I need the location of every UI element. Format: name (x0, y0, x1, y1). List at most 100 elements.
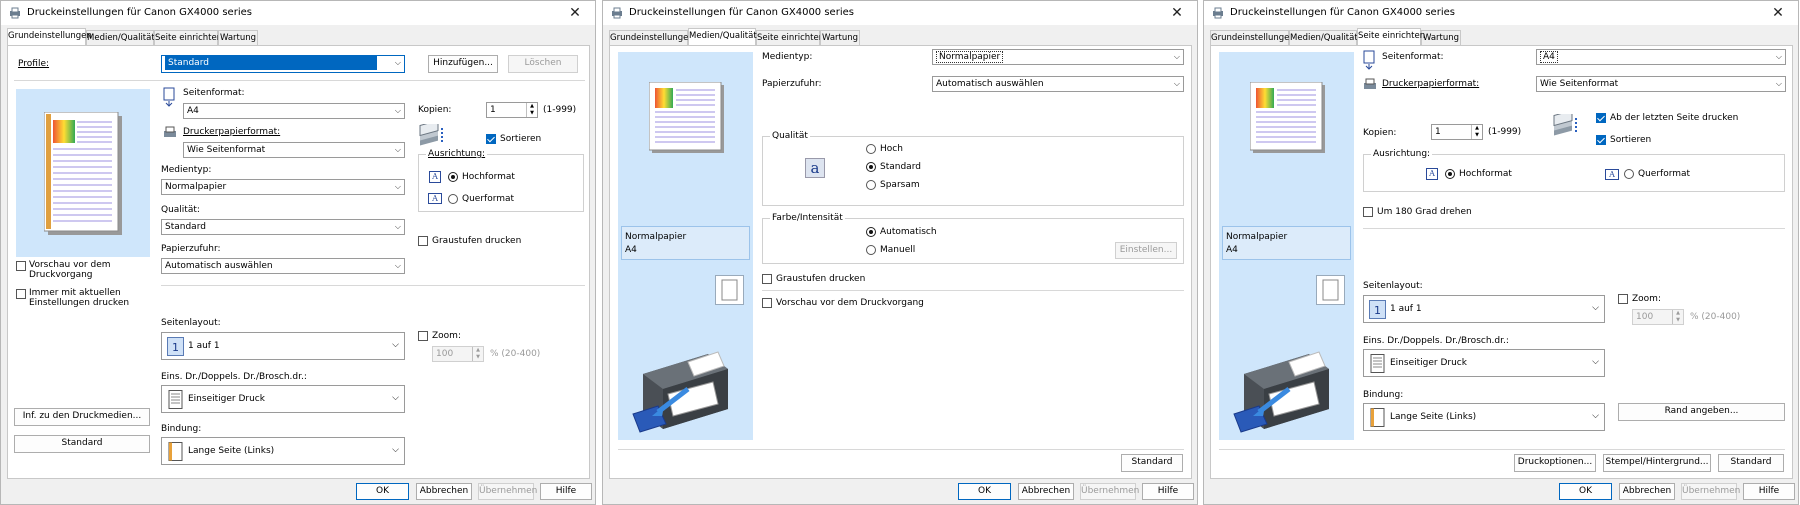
zoom-range: % (20-400) (1690, 312, 1741, 322)
apply-button[interactable]: Übernehmen (478, 483, 537, 500)
tab-maintenance[interactable]: Wartung (1421, 30, 1461, 45)
chevron-down-icon: ⌵ (1592, 411, 1599, 421)
grayscale-checkbox[interactable] (418, 236, 428, 246)
print-options-button[interactable]: Druckoptionen... (1514, 454, 1596, 472)
apply-button[interactable]: Übernehmen (1681, 483, 1740, 500)
printer-paper-select[interactable]: Wie Seitenformat ⌵ (183, 142, 405, 158)
quality-value: Standard (165, 222, 206, 232)
portrait-radio[interactable] (1445, 169, 1455, 179)
chevron-down-icon: ⌵ (1592, 357, 1599, 367)
printer-paper-select[interactable]: Wie Seitenformat ⌵ (1536, 76, 1786, 92)
always-current-label: Immer mit aktuellen Einstellungen drucke… (29, 288, 130, 308)
ok-button[interactable]: OK (1559, 483, 1612, 500)
reverse-order-checkbox[interactable] (1596, 113, 1606, 123)
zoom-spinner[interactable]: 100 ▲ ▼ (1632, 309, 1684, 325)
color-manual-radio[interactable] (866, 245, 876, 255)
help-button[interactable]: Hilfe (1142, 483, 1194, 500)
standard-button[interactable]: Standard (14, 435, 150, 453)
profile-select[interactable]: Standard ⌵ (161, 55, 405, 73)
copies-spinner[interactable]: 1 ▲ ▼ (486, 102, 538, 118)
add-button[interactable]: Hinzufügen... (428, 55, 498, 73)
media-info-button[interactable]: Inf. zu den Druckmedien... (14, 408, 150, 426)
landscape-radio[interactable] (448, 194, 458, 204)
quality-high-radio[interactable] (866, 144, 876, 154)
layout-1-icon: 1 (1369, 300, 1386, 319)
portrait-radio[interactable] (448, 172, 458, 182)
standard-button[interactable]: Standard (1718, 454, 1784, 472)
page-layout-select[interactable]: 1 1 auf 1 ⌵ (1363, 295, 1605, 323)
stamp-background-button[interactable]: Stempel/Hintergrund... (1603, 454, 1711, 472)
page-layout-select[interactable]: 1 1 auf 1 ⌵ (161, 332, 405, 360)
collate-checkbox[interactable] (1596, 135, 1606, 145)
rotate-180-checkbox[interactable] (1363, 207, 1373, 217)
collate-checkbox[interactable] (486, 134, 496, 144)
collate-label: Sortieren (500, 134, 542, 144)
orientation-label: Ausrichtung: (426, 149, 488, 159)
spinner-arrows-icon[interactable]: ▲ ▼ (526, 103, 537, 117)
media-type-select[interactable]: Normalpapier ⌵ (932, 49, 1184, 65)
page-size-select[interactable]: A4 ⌵ (183, 103, 405, 119)
profile-value: Standard (165, 56, 377, 70)
print-settings-window-basic: Druckeinstellungen für Canon GX4000 seri… (0, 0, 596, 505)
zoom-value: 100 (436, 349, 454, 359)
rotate-180-label: Um 180 Grad drehen (1377, 207, 1472, 217)
tab-page-setup[interactable]: Seite einrichten (154, 30, 222, 45)
paper-source-select[interactable]: Automatisch auswählen ⌵ (161, 258, 405, 274)
chevron-down-icon: ⌵ (392, 340, 399, 350)
divider (762, 290, 1184, 291)
ok-button[interactable]: OK (356, 483, 409, 500)
zoom-checkbox[interactable] (1618, 294, 1628, 304)
tab-media-quality[interactable]: Medien/Qualität (1289, 30, 1358, 45)
color-auto-radio[interactable] (866, 227, 876, 237)
page-size-select[interactable]: A4 ⌵ (1536, 49, 1786, 65)
help-button[interactable]: Hilfe (540, 483, 592, 500)
help-button[interactable]: Hilfe (1743, 483, 1795, 500)
quality-draft-radio[interactable] (866, 180, 876, 190)
color-set-button[interactable]: Einstellen... (1115, 242, 1177, 259)
cancel-button[interactable]: Abbrechen (1018, 483, 1074, 500)
paper-type-text: Normalpapier (625, 232, 687, 242)
binding-select[interactable]: Lange Seite (Links) ⌵ (161, 437, 405, 465)
paper-source-select[interactable]: Automatisch auswählen ⌵ (932, 76, 1184, 92)
copies-spinner[interactable]: 1 ▲ ▼ (1431, 124, 1483, 140)
cancel-button[interactable]: Abbrechen (1619, 483, 1675, 500)
delete-button[interactable]: Löschen (508, 55, 578, 73)
portrait-label: Hochformat (462, 172, 515, 182)
close-icon[interactable]: ✕ (1165, 4, 1189, 22)
preview-checkbox[interactable] (762, 298, 772, 308)
copies-range: (1-999) (1488, 127, 1522, 137)
zoom-checkbox[interactable] (418, 331, 428, 341)
duplex-select[interactable]: Einseitiger Druck ⌵ (1363, 349, 1605, 377)
tab-maintenance[interactable]: Wartung (218, 30, 258, 45)
zoom-spinner[interactable]: 100 ▲ ▼ (432, 346, 484, 362)
tab-media-quality[interactable]: Medien/Qualität (688, 28, 757, 45)
cancel-button[interactable]: Abbrechen (416, 483, 472, 500)
tab-page-setup[interactable]: Seite einrichten (1357, 28, 1425, 45)
quality-select[interactable]: Standard ⌵ (161, 219, 405, 235)
close-icon[interactable]: ✕ (563, 4, 587, 22)
apply-button[interactable]: Übernehmen (1080, 483, 1139, 500)
spinner-arrows-icon[interactable]: ▲ ▼ (1672, 310, 1683, 324)
chevron-down-icon: ⌵ (1592, 303, 1599, 313)
tab-page-setup[interactable]: Seite einrichten (756, 30, 824, 45)
preview-checkbox[interactable] (16, 261, 26, 271)
landscape-radio[interactable] (1624, 169, 1634, 179)
grayscale-checkbox[interactable] (762, 274, 772, 284)
tab-basic[interactable]: Grundeinstellungen (609, 30, 694, 45)
tab-basic[interactable]: Grundeinstellungen (7, 28, 92, 45)
tab-maintenance[interactable]: Wartung (820, 30, 860, 45)
media-type-select[interactable]: Normalpapier ⌵ (161, 179, 405, 195)
spinner-arrows-icon[interactable]: ▲ ▼ (1471, 125, 1482, 139)
duplex-select[interactable]: Einseitiger Druck ⌵ (161, 385, 405, 413)
quality-standard-radio[interactable] (866, 162, 876, 172)
tab-basic[interactable]: Grundeinstellungen (1210, 30, 1295, 45)
close-icon[interactable]: ✕ (1766, 4, 1790, 22)
specify-margin-button[interactable]: Rand angeben... (1618, 403, 1785, 421)
ok-button[interactable]: OK (958, 483, 1011, 500)
binding-select[interactable]: Lange Seite (Links) ⌵ (1363, 403, 1605, 431)
spinner-arrows-icon[interactable]: ▲ ▼ (472, 347, 483, 361)
always-current-checkbox[interactable] (16, 289, 26, 299)
tab-media-quality[interactable]: Medien/Qualität (86, 30, 155, 45)
standard-button[interactable]: Standard (1121, 454, 1183, 472)
paper-type-text: Normalpapier (1226, 232, 1288, 242)
